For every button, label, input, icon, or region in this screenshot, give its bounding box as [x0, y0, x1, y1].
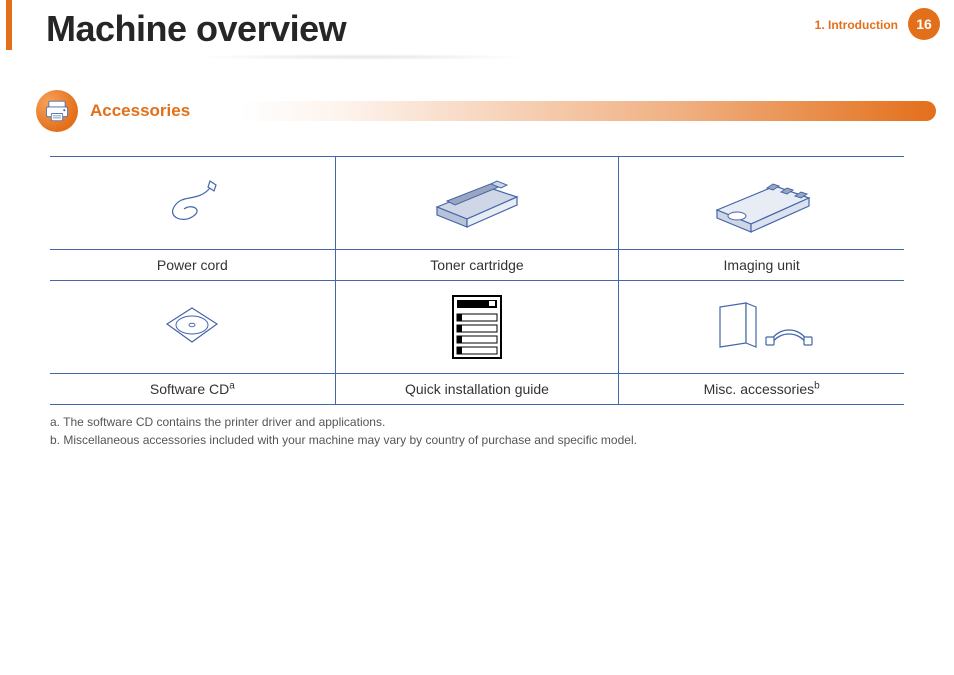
misc-accessories-image — [619, 281, 904, 374]
section-heading: Accessories — [90, 101, 190, 121]
misc-accessories-sup: b — [814, 380, 820, 391]
quick-guide-image — [335, 281, 620, 374]
software-cd-image — [50, 281, 335, 374]
section-gradient-bar — [86, 101, 936, 121]
document-icon — [449, 292, 505, 362]
software-cd-text: Software CD — [150, 381, 229, 397]
footnotes: a. The software CD contains the printer … — [50, 413, 904, 449]
footnote-b: b. Miscellaneous accessories included wi… — [50, 431, 904, 449]
cd-icon — [157, 302, 227, 352]
toner-cartridge-label: Toner cartridge — [335, 250, 620, 281]
software-cd-sup: a — [229, 380, 235, 391]
power-cord-icon — [152, 173, 232, 233]
misc-accessories-label: Misc. accessoriesb — [619, 374, 904, 405]
quick-guide-label: Quick installation guide — [335, 374, 620, 405]
power-cord-label: Power cord — [50, 250, 335, 281]
toner-cartridge-icon — [417, 171, 537, 235]
toner-cartridge-image — [335, 157, 620, 250]
footnote-a: a. The software CD contains the printer … — [50, 413, 904, 431]
misc-accessories-text: Misc. accessories — [704, 381, 814, 397]
accessories-table: Power cord Toner cartridge Imaging unit — [50, 156, 904, 405]
page-number-badge: 16 — [908, 8, 940, 40]
chapter-label: 1. Introduction — [815, 18, 898, 32]
booklet-and-cable-icon — [702, 297, 822, 357]
power-cord-image — [50, 157, 335, 250]
imaging-unit-label: Imaging unit — [619, 250, 904, 281]
software-cd-label: Software CDa — [50, 374, 335, 405]
imaging-unit-image — [619, 157, 904, 250]
printer-icon — [36, 90, 78, 132]
title-shadow — [192, 54, 532, 60]
section-row: Accessories — [36, 90, 954, 132]
imaging-unit-icon — [697, 170, 827, 236]
page-header: Machine overview 1. Introduction 16 — [6, 0, 954, 50]
